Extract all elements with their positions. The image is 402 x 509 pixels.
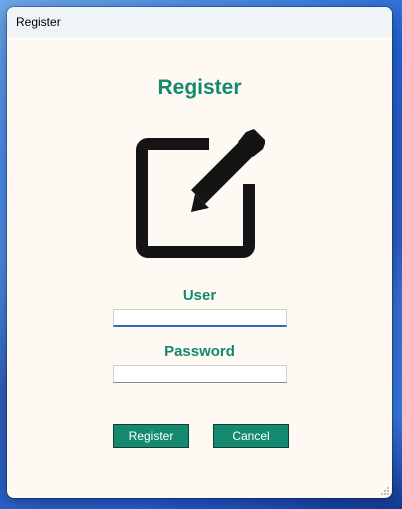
page-title: Register — [157, 76, 242, 99]
window-title: Register — [16, 15, 61, 29]
edit-icon — [136, 129, 265, 258]
title-bar[interactable]: Register — [7, 7, 392, 37]
password-label: Password — [164, 343, 235, 360]
resize-grip-icon[interactable] — [380, 486, 390, 496]
password-input[interactable] — [113, 365, 287, 383]
cancel-button[interactable]: Cancel — [213, 424, 289, 448]
user-input[interactable] — [113, 309, 287, 327]
user-label: User — [182, 287, 217, 304]
register-button[interactable]: Register — [113, 424, 189, 448]
register-window: Register Register User Password Register… — [7, 7, 392, 498]
